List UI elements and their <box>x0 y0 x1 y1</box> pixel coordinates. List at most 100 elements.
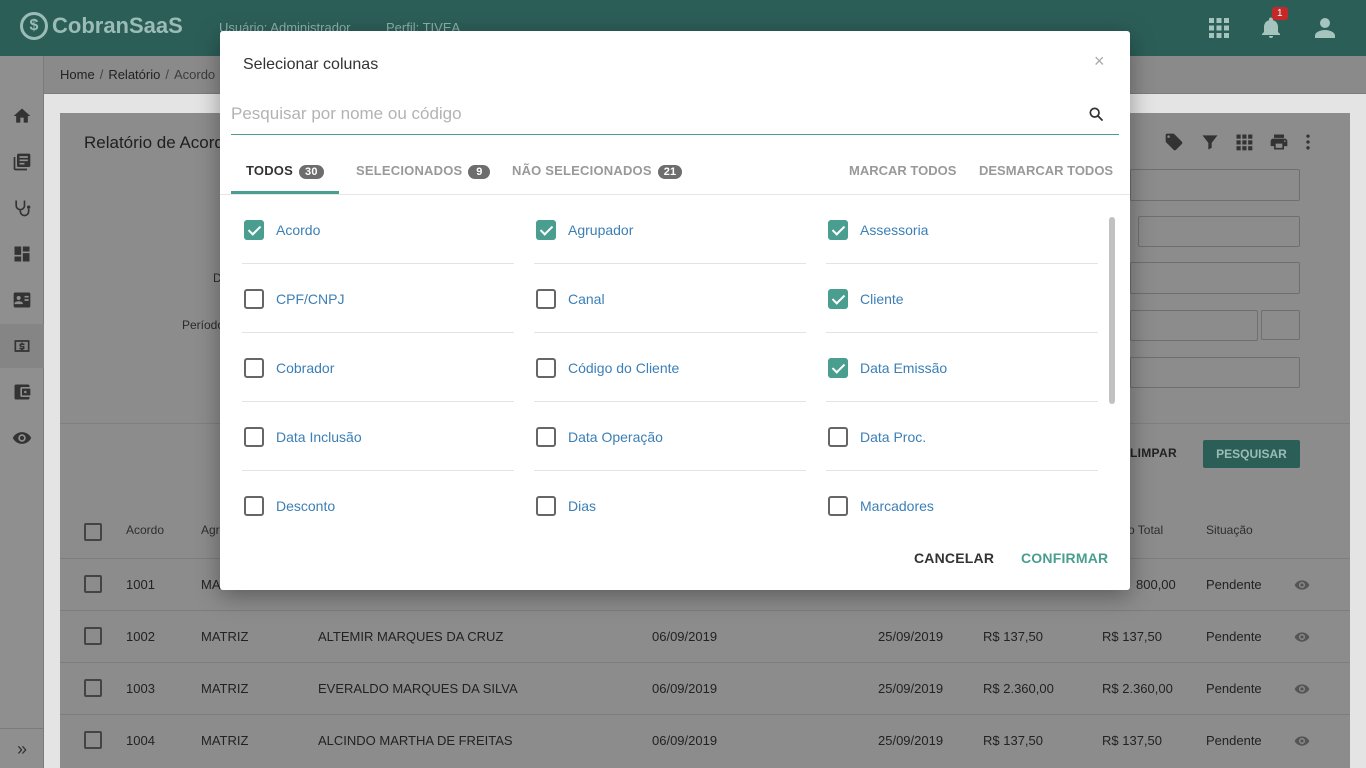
library-icon[interactable] <box>12 152 32 172</box>
options-scrollbar[interactable] <box>1109 217 1115 404</box>
checkbox-checked[interactable] <box>828 289 848 309</box>
column-option[interactable]: Data Emissão <box>826 333 1098 402</box>
wallet-icon[interactable] <box>12 382 32 402</box>
header-acordo[interactable]: Acordo <box>126 523 164 537</box>
user-avatar-icon[interactable] <box>1313 16 1337 40</box>
checkbox-unchecked[interactable] <box>536 289 556 309</box>
more-vertical-icon[interactable] <box>1298 132 1318 152</box>
table-row[interactable]: 1004 MATRIZ ALCINDO MARTHA DE FREITAS 06… <box>60 714 1350 766</box>
row-checkbox[interactable] <box>84 731 102 749</box>
close-icon[interactable]: × <box>1094 51 1105 72</box>
table-row[interactable]: 1002 MATRIZ ALTEMIR MARQUES DA CRUZ 06/0… <box>60 610 1350 662</box>
mark-all-button[interactable]: MARCAR TODOS <box>849 163 956 178</box>
columns-grid-icon[interactable] <box>1234 132 1254 152</box>
money-icon[interactable] <box>12 336 32 356</box>
column-option-label[interactable]: Data Operação <box>568 429 663 445</box>
apps-grid-icon[interactable] <box>1207 16 1231 40</box>
checkbox-unchecked[interactable] <box>828 427 848 447</box>
print-icon[interactable] <box>1269 132 1289 152</box>
checkbox-unchecked[interactable] <box>536 427 556 447</box>
search-input[interactable] <box>231 99 1081 129</box>
header-agrupador[interactable]: Agr <box>201 523 220 537</box>
dashboard-icon[interactable] <box>12 244 32 264</box>
filter-input-2[interactable] <box>1138 216 1300 247</box>
confirm-button[interactable]: CONFIRMAR <box>1021 550 1108 566</box>
column-option[interactable]: Marcadores <box>826 471 1098 535</box>
home-icon[interactable] <box>12 106 32 126</box>
row-checkbox[interactable] <box>84 627 102 645</box>
checkbox-checked[interactable] <box>536 220 556 240</box>
select-all-checkbox[interactable] <box>84 523 102 541</box>
column-option[interactable]: CPF/CNPJ <box>242 264 514 333</box>
column-option-label[interactable]: Agrupador <box>568 222 633 238</box>
cancel-button[interactable]: CANCELAR <box>914 550 994 566</box>
checkbox-checked[interactable] <box>244 220 264 240</box>
tag-icon[interactable] <box>1164 132 1184 152</box>
column-option-label[interactable]: Cliente <box>860 291 904 307</box>
column-option-label[interactable]: Data Proc. <box>860 429 926 445</box>
stethoscope-icon[interactable] <box>12 198 32 218</box>
breadcrumb-home[interactable]: Home <box>60 67 95 82</box>
row-checkbox[interactable] <box>84 679 102 697</box>
checkbox-unchecked[interactable] <box>244 496 264 516</box>
filter-input-3[interactable] <box>1130 262 1300 294</box>
breadcrumb-relatorio[interactable]: Relatório <box>108 67 160 82</box>
checkbox-unchecked[interactable] <box>536 358 556 378</box>
checkbox-checked[interactable] <box>828 358 848 378</box>
column-option-label[interactable]: Canal <box>568 291 605 307</box>
column-option-label[interactable]: Data Inclusão <box>276 429 362 445</box>
column-option[interactable]: Desconto <box>242 471 514 535</box>
row-checkbox[interactable] <box>84 575 102 593</box>
view-eye-icon[interactable] <box>1294 577 1310 593</box>
view-eye-icon[interactable] <box>1294 681 1310 697</box>
expand-sidebar-icon[interactable]: » <box>0 728 44 768</box>
checkbox-unchecked[interactable] <box>244 358 264 378</box>
column-option-label[interactable]: Código do Cliente <box>568 360 679 376</box>
filter-icon[interactable] <box>1200 132 1220 152</box>
column-option[interactable]: Data Operação <box>534 402 806 471</box>
column-option-label[interactable]: Desconto <box>276 498 335 514</box>
column-option-label[interactable]: Cobrador <box>276 360 334 376</box>
column-option-label[interactable]: Data Emissão <box>860 360 947 376</box>
view-eye-icon[interactable] <box>1294 629 1310 645</box>
column-option-label[interactable]: Acordo <box>276 222 320 238</box>
pesquisar-button[interactable]: PESQUISAR <box>1203 440 1300 468</box>
checkbox-unchecked[interactable] <box>244 289 264 309</box>
column-option[interactable]: Canal <box>534 264 806 333</box>
view-eye-icon[interactable] <box>1294 733 1310 749</box>
tab-nao-selecionados[interactable]: NÃO SELECIONADOS 21 <box>512 163 683 179</box>
filter-select-5[interactable] <box>1130 357 1300 388</box>
column-option-label[interactable]: Assessoria <box>860 222 928 238</box>
column-option[interactable]: Assessoria <box>826 195 1098 264</box>
column-option-label[interactable]: Dias <box>568 498 596 514</box>
filter-select-1[interactable] <box>1130 169 1300 201</box>
contact-card-icon[interactable] <box>12 290 32 310</box>
column-option[interactable]: Cliente <box>826 264 1098 333</box>
periodo-select[interactable] <box>1130 310 1258 341</box>
table-row[interactable]: 1003 MATRIZ EVERALDO MARQUES DA SILVA 06… <box>60 662 1350 714</box>
cell-data-venc: 25/09/2019 <box>878 629 944 644</box>
unmark-all-button[interactable]: DESMARCAR TODOS <box>979 163 1113 178</box>
header-situacao[interactable]: Situação <box>1206 523 1253 537</box>
column-option[interactable]: Data Proc. <box>826 402 1098 471</box>
tab-selecionados[interactable]: SELECIONADOS 9 <box>356 163 491 179</box>
checkbox-unchecked[interactable] <box>244 427 264 447</box>
eye-icon[interactable] <box>12 428 32 448</box>
search-icon[interactable] <box>1088 106 1104 122</box>
limpar-button[interactable]: LIMPAR <box>1130 446 1177 460</box>
checkbox-unchecked[interactable] <box>536 496 556 516</box>
periodo-target-button[interactable] <box>1261 310 1300 340</box>
column-option[interactable]: Cobrador <box>242 333 514 402</box>
checkbox-checked[interactable] <box>828 220 848 240</box>
column-option[interactable]: Dias <box>534 471 806 535</box>
header-total[interactable]: o Total <box>1128 523 1163 537</box>
column-option[interactable]: Data Inclusão <box>242 402 514 471</box>
column-option[interactable]: Agrupador <box>534 195 806 264</box>
column-option-label[interactable]: CPF/CNPJ <box>276 291 344 307</box>
column-option[interactable]: Código do Cliente <box>534 333 806 402</box>
checkbox-unchecked[interactable] <box>828 496 848 516</box>
logo[interactable]: $ CobranSaaS <box>20 12 183 40</box>
column-option[interactable]: Acordo <box>242 195 514 264</box>
tab-todos[interactable]: TODOS 30 <box>246 163 324 179</box>
column-option-label[interactable]: Marcadores <box>860 498 934 514</box>
